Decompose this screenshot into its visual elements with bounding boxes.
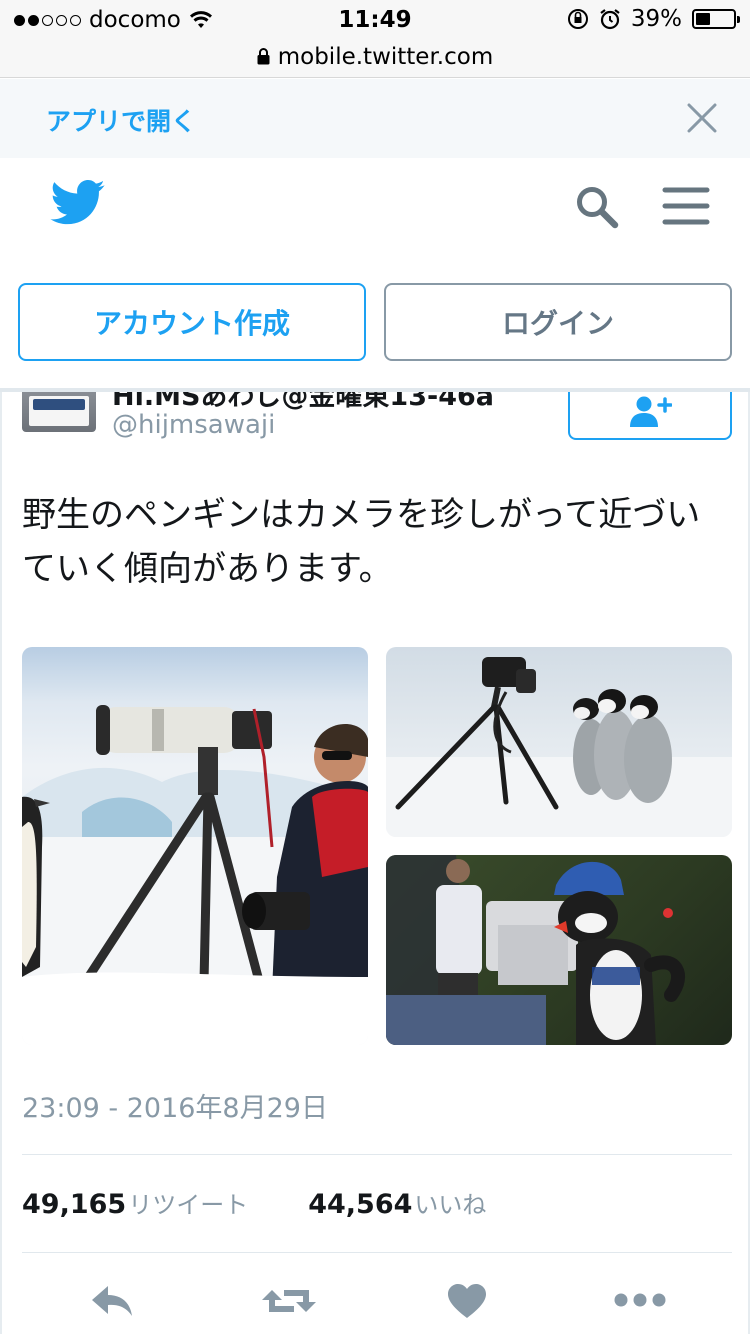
hamburger-menu-icon[interactable] [662, 186, 710, 226]
mascot-photo [386, 855, 685, 1045]
penguin-chicks-photo [386, 657, 732, 837]
close-icon[interactable] [684, 100, 720, 136]
tweet-photo-1[interactable] [22, 647, 368, 1045]
app-banner: アプリで開く [0, 79, 750, 158]
tweet-photo-2[interactable] [386, 647, 732, 837]
tweet-photo-3[interactable] [386, 855, 732, 1045]
heart-icon[interactable] [447, 1284, 487, 1320]
lock-icon [257, 47, 270, 64]
author-handle[interactable]: @hijmsawaji [112, 410, 275, 440]
rotation-lock-icon [567, 9, 588, 29]
tweet-timestamp[interactable]: 23:09 - 2016年8月29日 [22, 1086, 328, 1125]
site-header [0, 158, 750, 268]
retweet-stat[interactable]: 49,165リツイート [22, 1185, 248, 1220]
twitter-bird-icon[interactable] [50, 180, 106, 226]
url-text: mobile.twitter.com [277, 44, 494, 70]
search-icon[interactable] [574, 184, 620, 230]
like-count: 44,564 [308, 1189, 413, 1220]
divider [22, 1154, 732, 1155]
alarm-icon [600, 9, 620, 30]
follow-button[interactable] [568, 392, 732, 440]
like-stat[interactable]: 44,564いいね [308, 1185, 486, 1220]
divider [22, 1252, 732, 1253]
photographer-photo [22, 705, 368, 1045]
signup-button[interactable]: アカウント作成 [18, 283, 366, 361]
battery-icon [692, 9, 740, 29]
status-bar: docomo 11:49 39% [0, 0, 750, 40]
add-user-icon [630, 396, 672, 427]
tweet-card: Hi.MSあわじ@金曜東13-46a @hijmsawaji 野生のペンギンはカ… [0, 392, 750, 1334]
status-icons: 39% [567, 6, 740, 32]
retweet-icon[interactable] [260, 1284, 318, 1318]
more-options-icon[interactable] [614, 1292, 666, 1308]
battery-percent: 39% [630, 6, 682, 32]
login-button[interactable]: ログイン [384, 283, 732, 361]
open-in-app-link[interactable]: アプリで開く [46, 102, 196, 138]
retweet-label: リツイート [128, 1191, 249, 1219]
tweet-text: 野生のペンギンはカメラを珍しがって近づいていく傾向があります。 [22, 495, 701, 589]
browser-url-bar[interactable]: mobile.twitter.com [0, 40, 750, 78]
retweet-count: 49,165 [22, 1189, 127, 1220]
tweet-stats: 49,165リツイート 44,564いいね [22, 1185, 486, 1220]
avatar[interactable] [22, 392, 96, 432]
reply-icon[interactable] [90, 1284, 134, 1318]
like-label: いいね [414, 1191, 487, 1219]
